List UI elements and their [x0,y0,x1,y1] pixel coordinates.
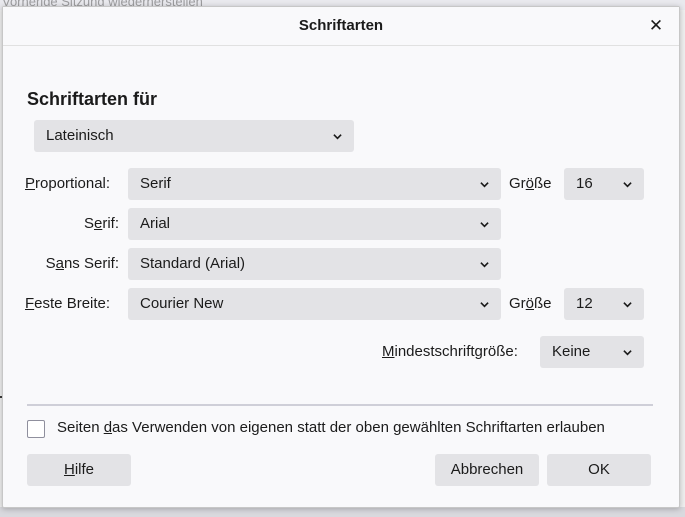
serif-font-select[interactable]: Arial [128,208,501,240]
min-font-size-value: Keine [552,343,591,360]
dialog-titlebar: Schriftarten ✕ [3,7,679,46]
monospace-size-value: 12 [576,295,593,312]
monospace-size-label: Größe [509,295,552,312]
proportional-size-value: 16 [576,175,593,192]
sans-serif-font-value: Standard (Arial) [140,255,246,272]
chevron-down-icon [480,302,489,308]
min-font-size-select[interactable]: Keine [540,336,644,368]
proportional-size-select[interactable]: 16 [564,168,644,200]
language-select[interactable]: Lateinisch [34,120,354,152]
allow-page-fonts-label[interactable]: Seiten das Verwenden von eigenen statt d… [57,419,605,436]
dialog-title: Schriftarten [298,17,384,34]
fonts-for-heading: Schriftarten für [27,89,158,109]
serif-font-value: Arial [140,215,171,232]
monospace-font-select[interactable]: Courier New [128,288,501,320]
proportional-font-select[interactable]: Serif [128,168,501,200]
proportional-label: Proportional: [25,175,111,192]
chevron-down-icon [480,182,489,188]
min-font-size-label: Mindestschriftgröße: [382,343,518,360]
chevron-down-icon [623,182,632,188]
chevron-down-icon [480,262,489,268]
monospace-font-value: Courier New [140,295,224,312]
sans-serif-font-select[interactable]: Standard (Arial) [128,248,501,280]
help-button[interactable]: Hilfe [27,454,131,486]
language-select-value: Lateinisch [46,127,114,144]
proportional-size-label: Größe [509,175,552,192]
fonts-dialog: Schriftarten ✕ Schriftarten für Lateinis… [2,6,680,508]
ok-button[interactable]: OK [547,454,651,486]
cancel-button[interactable]: Abbrechen [435,454,539,486]
chevron-down-icon [480,222,489,228]
monospace-label: Feste Breite: [25,295,111,312]
sans-serif-label: Sans Serif: [45,255,119,272]
proportional-font-value: Serif [140,175,171,192]
background-footer [0,507,685,517]
allow-page-fonts-checkbox[interactable] [27,420,45,438]
chevron-down-icon [623,350,632,356]
chevron-down-icon [623,302,632,308]
monospace-size-select[interactable]: 12 [564,288,644,320]
close-icon[interactable]: ✕ [644,14,668,38]
chevron-down-icon [333,134,342,140]
serif-label: Serif: [83,215,119,232]
section-divider [27,404,653,406]
